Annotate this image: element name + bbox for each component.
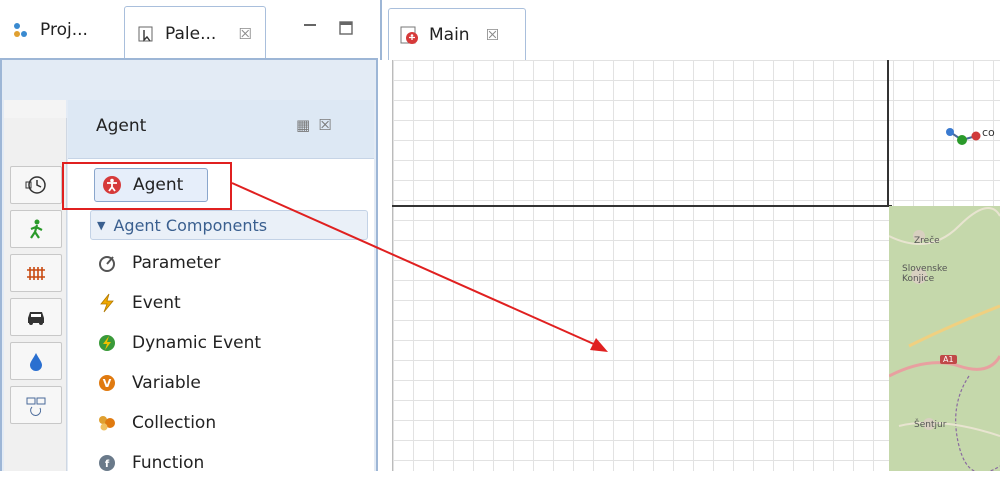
drag-annotation-arrow (231, 182, 608, 352)
arrow-head-icon (590, 338, 608, 352)
